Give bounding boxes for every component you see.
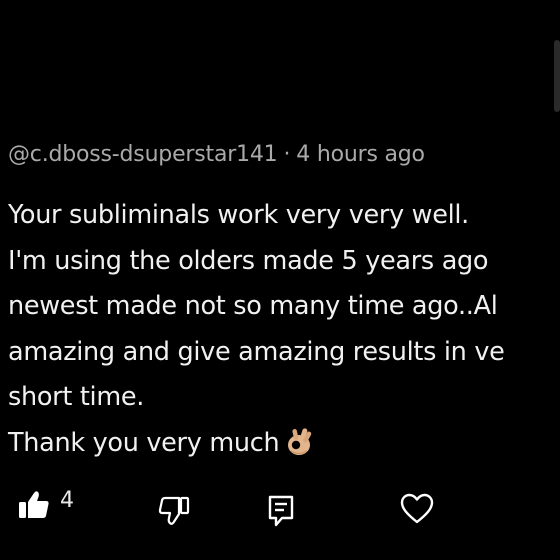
comment-line: amazing and give amazing results in ve (8, 336, 505, 367)
like-button[interactable]: 4 (18, 485, 74, 525)
comment-line: I'm using the olders made 5 years ago (8, 245, 489, 276)
comment: @c.dboss-dsuperstar141 · 4 hours ago Your … (0, 0, 560, 560)
comment-actions: 4 (0, 485, 560, 535)
thumbs-up-icon (18, 490, 50, 520)
like-count: 4 (60, 487, 74, 513)
comment-author[interactable]: @c.dboss-dsuperstar141 (8, 142, 278, 167)
meta-separator: · (283, 142, 291, 167)
reply-icon (266, 494, 296, 528)
comment-line: newest made not so many time ago..Al (8, 291, 498, 321)
comment-meta: @c.dboss-dsuperstar141 · 4 hours ago (8, 142, 425, 167)
comment-line: Your subliminals work very very well. (8, 200, 469, 230)
reply-button[interactable] (266, 491, 296, 531)
comment-line: Thank you very much (8, 427, 280, 458)
comment-timestamp: 4 hours ago (296, 142, 425, 167)
comment-body: Your subliminals work very very well. I'… (8, 193, 560, 466)
thumbs-down-icon (158, 496, 190, 526)
comment-line: short time. (8, 382, 145, 412)
heart-icon (400, 493, 434, 525)
heart-button[interactable] (400, 489, 434, 529)
ok-hand-emoji (285, 425, 313, 457)
comment-last-line: Thank you very much (8, 421, 560, 467)
dislike-button[interactable] (158, 491, 190, 531)
